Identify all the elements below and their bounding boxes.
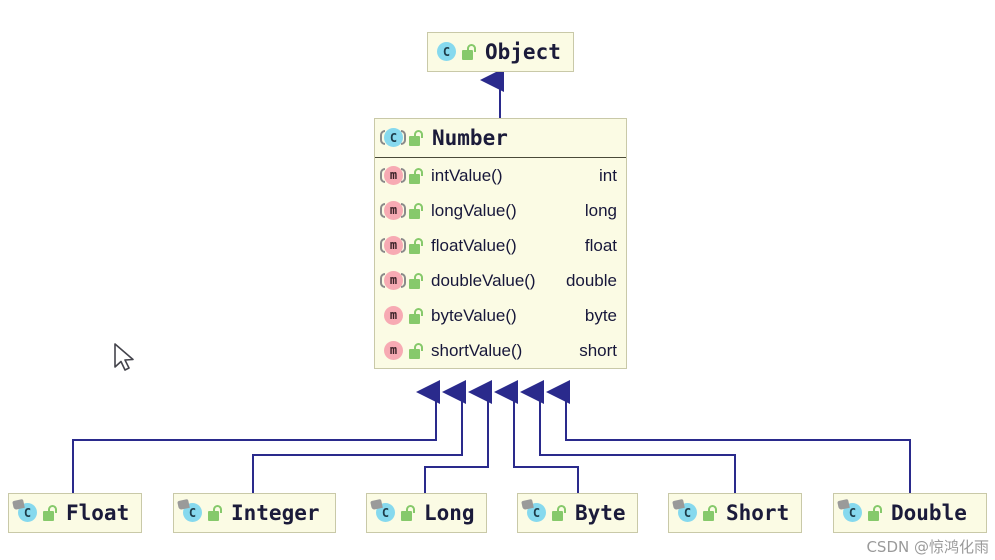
abstract-class-icon: C — [380, 127, 406, 149]
method-icon: m — [382, 305, 404, 327]
class-header: C Object — [428, 33, 573, 71]
member-type-label: float — [584, 235, 617, 255]
member-type-label: double — [565, 270, 617, 290]
watermark-label: CSDN @惊鸿化雨 — [866, 538, 989, 556]
unlocked-padlock-icon — [409, 307, 424, 324]
class-name-label: Long — [424, 501, 475, 525]
mouse-pointer-icon — [114, 343, 134, 371]
class-box-float[interactable]: C Float — [8, 493, 142, 533]
unlocked-padlock-icon — [43, 505, 58, 521]
edge-byte-to-number — [494, 380, 579, 493]
abstract-method-icon: m — [380, 200, 406, 222]
class-member-row[interactable]: m longValue() long — [375, 193, 626, 228]
class-header: C Short — [669, 494, 801, 532]
unlocked-padlock-icon — [462, 44, 477, 60]
member-type-label: byte — [584, 305, 617, 325]
edge-double-to-number — [546, 380, 911, 493]
method-icon: m — [382, 340, 404, 362]
class-box-number[interactable]: C Number m intValue() int m longValue() … — [374, 118, 627, 369]
class-name-label: Float — [66, 501, 130, 525]
class-name-label: Integer — [231, 501, 320, 525]
class-members-list: m intValue() int m longValue() long m fl… — [375, 157, 626, 368]
class-box-long[interactable]: C Long — [366, 493, 487, 533]
member-name-label: byteValue() — [431, 305, 517, 325]
class-box-double[interactable]: C Double — [833, 493, 987, 533]
member-type-label: long — [584, 200, 617, 220]
class-name-label: Double — [891, 501, 967, 525]
member-name-label: longValue() — [431, 200, 517, 220]
unlocked-padlock-icon — [703, 505, 718, 521]
unlocked-padlock-icon — [409, 202, 424, 219]
unlocked-padlock-icon — [409, 130, 424, 146]
final-class-icon: C — [841, 502, 863, 524]
member-name-label: intValue() — [431, 165, 503, 185]
unlocked-padlock-icon — [409, 342, 424, 359]
edge-integer-to-number — [252, 380, 466, 493]
final-class-icon: C — [16, 502, 38, 524]
unlocked-padlock-icon — [868, 505, 883, 521]
abstract-method-icon: m — [380, 235, 406, 257]
member-name-label: doubleValue() — [431, 270, 536, 290]
final-class-icon: C — [181, 502, 203, 524]
edge-short-to-number — [520, 380, 736, 493]
unlocked-padlock-icon — [409, 167, 424, 184]
class-box-short[interactable]: C Short — [668, 493, 802, 533]
class-name-label: Byte — [575, 501, 626, 525]
edge-float-to-number — [72, 380, 440, 493]
class-member-row[interactable]: m shortValue() short — [375, 333, 626, 368]
class-box-integer[interactable]: C Integer — [173, 493, 336, 533]
final-class-icon: C — [374, 502, 396, 524]
member-type-label: int — [599, 165, 617, 185]
unlocked-padlock-icon — [409, 237, 424, 254]
unlocked-padlock-icon — [208, 505, 223, 521]
class-name-label: Short — [726, 501, 790, 525]
unlocked-padlock-icon — [409, 272, 424, 289]
class-member-row[interactable]: m doubleValue() double — [375, 263, 626, 298]
class-icon: C — [435, 41, 457, 63]
class-header: C Long — [367, 494, 486, 532]
class-header: C Byte — [518, 494, 637, 532]
class-header: C Double — [834, 494, 986, 532]
unlocked-padlock-icon — [401, 505, 416, 521]
class-member-row[interactable]: m floatValue() float — [375, 228, 626, 263]
class-header: C Float — [9, 494, 141, 532]
class-name-label: Object — [485, 40, 561, 64]
class-box-byte[interactable]: C Byte — [517, 493, 638, 533]
class-member-row[interactable]: m byteValue() byte — [375, 298, 626, 333]
member-name-label: shortValue() — [431, 340, 523, 360]
class-box-object[interactable]: C Object — [427, 32, 574, 72]
class-name-label: Number — [432, 126, 508, 150]
member-type-label: short — [579, 340, 617, 360]
class-header: C Number — [375, 119, 626, 157]
edge-long-to-number — [424, 380, 492, 493]
final-class-icon: C — [525, 502, 547, 524]
final-class-icon: C — [676, 502, 698, 524]
abstract-method-icon: m — [380, 165, 406, 187]
abstract-method-icon: m — [380, 270, 406, 292]
uml-diagram-canvas: C Object C Number m intValue() int m lon… — [0, 0, 995, 560]
unlocked-padlock-icon — [552, 505, 567, 521]
class-member-row[interactable]: m intValue() int — [375, 158, 626, 193]
member-name-label: floatValue() — [431, 235, 517, 255]
class-header: C Integer — [174, 494, 335, 532]
